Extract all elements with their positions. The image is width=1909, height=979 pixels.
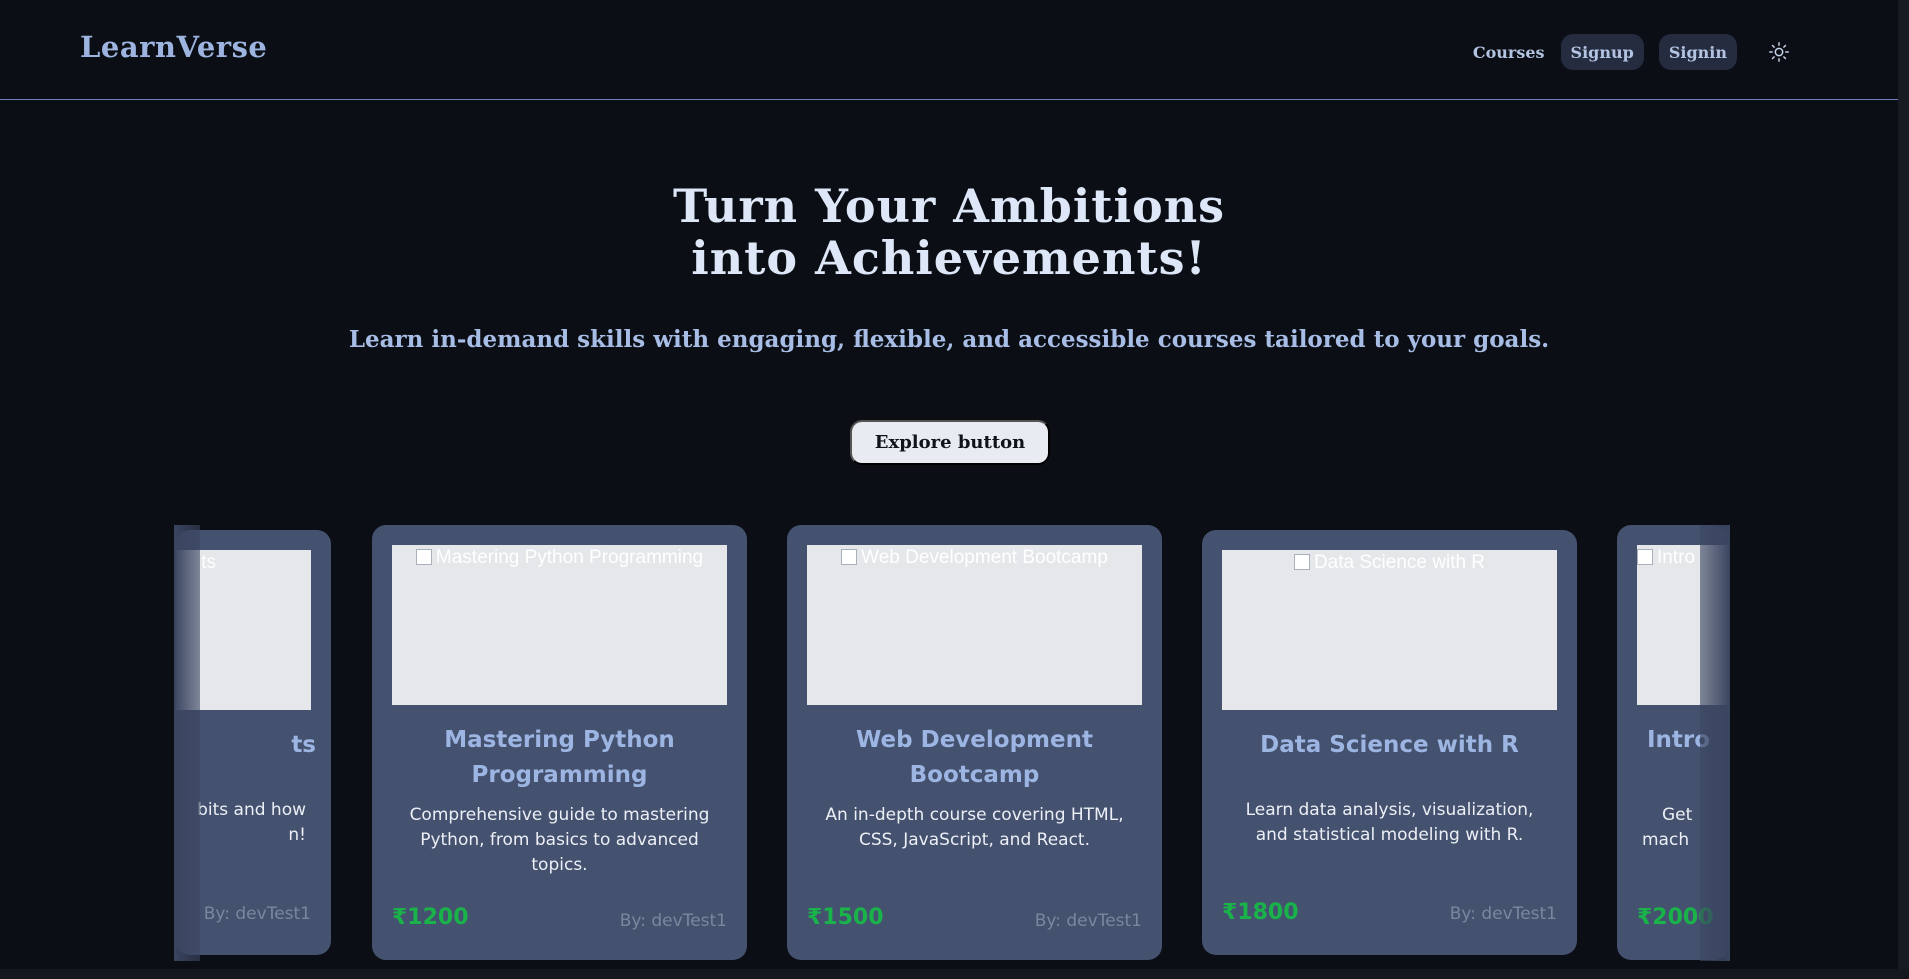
course-image: Web Development Bootcamp [807, 545, 1142, 705]
broken-image-icon [1293, 554, 1310, 570]
image-alt-label: Data Science with R [1313, 552, 1486, 573]
description-line: bits and how [197, 800, 306, 820]
signin-button[interactable]: Signin [1658, 34, 1737, 70]
course-description: Comprehensive guide to mastering Python,… [409, 805, 710, 875]
description-line: n! [288, 825, 306, 845]
broken-image-icon [415, 549, 432, 565]
course-title: Mastering Python Programming [444, 727, 675, 788]
image-alt-label: Intro [1657, 547, 1696, 568]
broken-image-icon [1637, 549, 1653, 565]
nav-courses-link[interactable]: Courses [1473, 43, 1545, 62]
window-edge-bottom [0, 969, 1909, 979]
image-alt-text: Web Development Bootcamp [807, 547, 1142, 569]
course-title: Data Science with R [1260, 732, 1519, 758]
signup-button[interactable]: Signup [1560, 34, 1644, 70]
image-alt-label: ts [201, 552, 216, 573]
course-author: By: devTest1 [203, 904, 311, 924]
course-price: ₹1200 [392, 905, 469, 930]
course-author: By: devTest1 [1034, 911, 1142, 931]
image-alt-label: Web Development Bootcamp [861, 547, 1108, 568]
course-image: Data Science with R [1222, 550, 1557, 710]
carousel-fade-right [1700, 525, 1730, 961]
description-line: mach [1642, 830, 1690, 850]
hero-subtitle: Learn in-demand skills with engaging, fl… [348, 326, 1550, 353]
brand-logo[interactable]: LearnVerse [80, 30, 267, 64]
hero-title: Turn Your Ambitions into Achievements! [0, 180, 1898, 284]
course-title: Web Development Bootcamp [856, 727, 1093, 788]
course-image: Mastering Python Programming [392, 545, 727, 705]
course-card[interactable]: Data Science with R Data Science with R … [1202, 530, 1577, 955]
hero-title-line-1: Turn Your Ambitions [672, 179, 1226, 233]
description-line: Get [1662, 805, 1693, 825]
navbar: LearnVerse Courses Signup Signin [0, 0, 1898, 100]
course-description: An in-depth course covering HTML, CSS, J… [825, 805, 1124, 850]
image-alt-text: Data Science with R [1222, 552, 1557, 574]
course-card[interactable]: Mastering Python Programming Mastering P… [372, 525, 747, 960]
broken-image-icon [841, 549, 858, 565]
carousel-fade-left [174, 525, 200, 961]
window-edge [1898, 0, 1909, 979]
image-alt-text: Mastering Python Programming [392, 547, 727, 569]
course-price: ₹1800 [1222, 900, 1299, 925]
course-card[interactable]: Web Development Bootcamp Web Development… [787, 525, 1162, 960]
theme-toggle-button[interactable] [1764, 37, 1794, 67]
course-author: By: devTest1 [1449, 904, 1557, 924]
hero-title-line-2: into Achievements! [691, 231, 1207, 285]
explore-button[interactable]: Explore button [850, 420, 1050, 465]
course-description: Learn data analysis, visualization, and … [1245, 800, 1534, 845]
course-price: ₹1500 [807, 905, 884, 930]
course-author: By: devTest1 [619, 911, 727, 931]
image-alt-label: Mastering Python Programming [435, 547, 704, 568]
nav-links: Courses Signup Signin [1473, 34, 1794, 70]
sun-icon [1769, 42, 1789, 62]
